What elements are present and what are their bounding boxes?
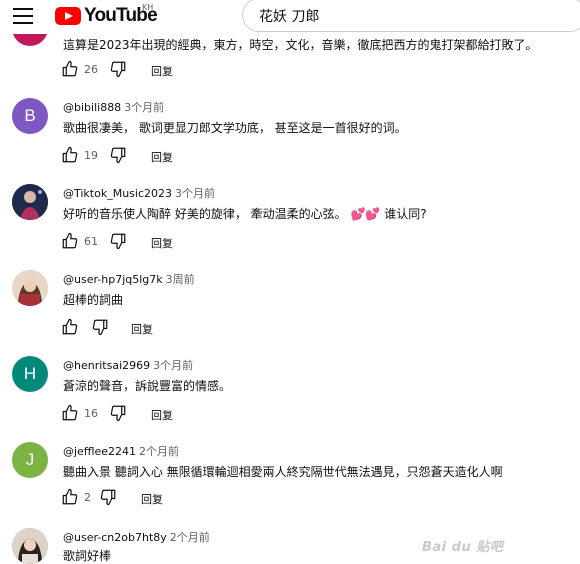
comment-actions: 26 回复	[61, 60, 261, 80]
comment-text-main: 好听的音乐使人陶醉 好美的旋律， 牽动温柔的心弦。	[63, 207, 347, 221]
avatar[interactable]	[12, 528, 48, 564]
comment-header: @Tiktok_Music2023 3个月前	[63, 185, 215, 201]
timestamp[interactable]: 2个月前	[139, 445, 179, 458]
comment-text: 聽曲入景 聽詞入心 無限循環輪迴相愛兩人終究隔世代無法遇見，只怨蒼天造化人啊	[63, 465, 503, 479]
thumbs-down-icon[interactable]	[109, 60, 127, 78]
comment-text: 歌詞好棒	[63, 549, 112, 563]
comment-header: @user-hp7jq5lg7k 3周前	[63, 271, 195, 287]
comment-actions: 61 回复	[61, 232, 261, 252]
thumbs-up-icon[interactable]	[61, 404, 79, 422]
thumbs-up-icon[interactable]	[61, 60, 79, 78]
youtube-play-icon	[55, 7, 81, 25]
comment-header: @henritsai2969 3个月前	[63, 357, 193, 373]
comment-header: @jefflee2241 2个月前	[63, 443, 179, 459]
avatar[interactable]: H	[12, 356, 48, 392]
author-name[interactable]: @user-cn2ob7ht8y	[63, 531, 167, 544]
timestamp[interactable]: 3周前	[166, 273, 195, 286]
reply-button[interactable]: 回复	[151, 63, 173, 79]
search-box[interactable]	[242, 0, 580, 32]
timestamp[interactable]: 2个月前	[170, 531, 210, 544]
two-hearts-icon: 💕💕	[350, 207, 381, 221]
comment-text: 歌曲很凄美， 歌词更显刀郎文学功底， 甚至这是一首很好的词。	[63, 121, 407, 135]
region-code: KH	[142, 3, 154, 12]
comment-actions: 回复	[61, 318, 261, 338]
search-input[interactable]	[257, 7, 561, 25]
thumbs-down-icon[interactable]	[109, 146, 127, 164]
author-name[interactable]: @Tiktok_Music2023	[63, 187, 172, 200]
comment-header: @user-cn2ob7ht8y 2个月前	[63, 529, 210, 545]
reply-button[interactable]: 回复	[151, 149, 173, 165]
comment-text: 蒼涼的聲音，訴說豐富的情感。	[63, 379, 232, 393]
comment-actions: 2 回复	[61, 488, 261, 508]
thumbs-up-icon[interactable]	[61, 146, 79, 164]
like-count: 26	[84, 63, 98, 76]
timestamp[interactable]: 3个月前	[153, 359, 193, 372]
timestamp[interactable]: 3个月前	[175, 187, 215, 200]
thumbs-down-icon[interactable]	[99, 488, 117, 506]
timestamp[interactable]: 3个月前	[124, 101, 164, 114]
avatar-image	[12, 184, 48, 220]
comment-text: 超棒的詞曲	[63, 293, 124, 307]
reply-button[interactable]: 回复	[151, 407, 173, 423]
author-name[interactable]: @user-hp7jq5lg7k	[63, 273, 163, 286]
comment-actions: 16 回复	[61, 404, 261, 424]
hamburger-menu-icon[interactable]	[13, 8, 33, 24]
reply-button[interactable]: 回复	[141, 491, 163, 507]
top-bar: YouTube KH	[0, 0, 580, 34]
comment-text-tail: 谁认同?	[384, 207, 427, 221]
avatar[interactable]: J	[12, 442, 48, 478]
avatar[interactable]	[12, 184, 48, 220]
like-count: 16	[84, 407, 98, 420]
like-count: 61	[84, 235, 98, 248]
comment-actions: 19 回复	[61, 146, 261, 166]
thumbs-up-icon[interactable]	[61, 318, 79, 336]
avatar-image	[12, 270, 48, 306]
thumbs-up-icon[interactable]	[61, 232, 79, 250]
like-count: 2	[84, 491, 91, 504]
thumbs-up-icon[interactable]	[61, 488, 79, 506]
reply-button[interactable]: 回复	[151, 235, 173, 251]
avatar[interactable]: B	[12, 98, 48, 134]
thumbs-down-icon[interactable]	[109, 232, 127, 250]
baidu-tieba-watermark: Bai du 贴吧	[422, 540, 504, 555]
like-count: 19	[84, 149, 98, 162]
thumbs-down-icon[interactable]	[109, 404, 127, 422]
author-name[interactable]: @bibili888	[63, 101, 121, 114]
comment-text: 這算是2023年出現的經典，東方，時空，文化，音樂，徹底把西方的鬼打架都給打敗了…	[63, 38, 538, 52]
comment-text: 好听的音乐使人陶醉 好美的旋律， 牽动温柔的心弦。 💕💕 谁认同?	[63, 205, 427, 222]
comment-header: @bibili888 3个月前	[63, 99, 164, 115]
author-name[interactable]: @jefflee2241	[63, 445, 136, 458]
reply-button[interactable]: 回复	[131, 321, 153, 337]
thumbs-down-icon[interactable]	[91, 318, 109, 336]
author-name[interactable]: @henritsai2969	[63, 359, 150, 372]
avatar[interactable]	[12, 270, 48, 306]
avatar-image	[12, 528, 48, 564]
